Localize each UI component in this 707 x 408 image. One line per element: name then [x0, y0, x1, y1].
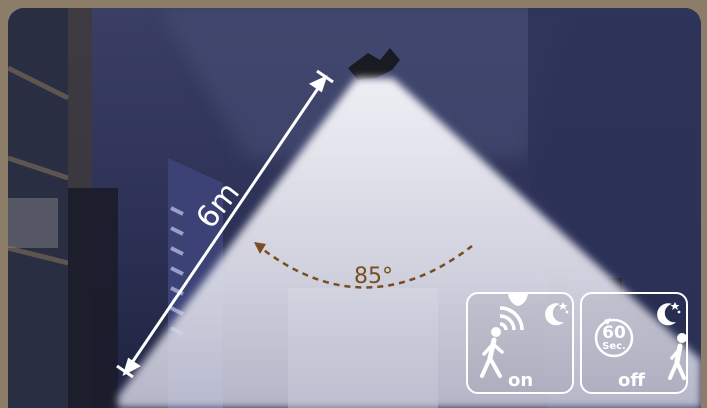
walking-person-icon	[668, 333, 686, 380]
mode-state-off: off	[618, 370, 645, 391]
timer-unit: Sec.	[602, 341, 626, 352]
mode-state-on: on	[508, 370, 534, 391]
timer-value: 60	[602, 323, 626, 343]
timer-label: 60 Sec.	[596, 324, 632, 352]
walking-person-icon	[480, 327, 504, 378]
angle-label: 85°	[354, 264, 393, 289]
mode-badge-off: 60 Sec. off	[580, 292, 688, 394]
moon-stars-icon	[657, 302, 681, 326]
moon-stars-icon	[545, 302, 569, 326]
image-frame: 6m 85° on 60 Sec. off	[0, 0, 707, 408]
light-on-icon	[508, 294, 528, 306]
motion-sensor-icon	[499, 306, 524, 331]
mode-badge-on: on	[466, 292, 574, 394]
